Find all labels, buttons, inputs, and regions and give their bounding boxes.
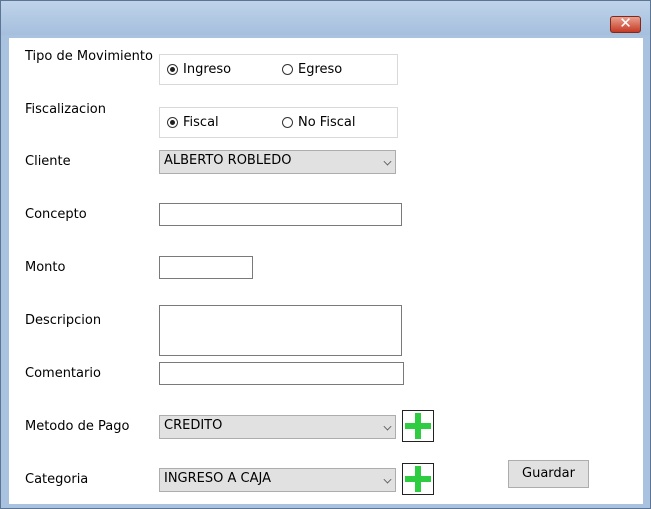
descripcion-textarea[interactable]	[159, 305, 402, 356]
close-icon: ✕	[619, 14, 632, 32]
add-categoria-button[interactable]	[402, 463, 434, 495]
cliente-value: ALBERTO ROBLEDO	[164, 153, 292, 168]
categoria-label: Categoria	[25, 472, 89, 487]
radio-checked-icon	[167, 117, 178, 128]
title-bar: ✕	[1, 1, 650, 35]
categoria-value: INGRESO A CAJA	[164, 471, 271, 486]
comentario-label: Comentario	[25, 366, 101, 381]
concepto-label: Concepto	[25, 207, 87, 222]
monto-label: Monto	[25, 260, 66, 275]
cliente-label: Cliente	[25, 154, 71, 169]
guardar-button[interactable]: Guardar	[508, 460, 589, 488]
cliente-dropdown[interactable]: ALBERTO ROBLEDO	[159, 150, 396, 174]
descripcion-label: Descripcion	[25, 313, 102, 328]
form-area: Tipo de Movimiento Ingreso Egreso Fiscal…	[9, 38, 643, 504]
radio-ingreso[interactable]: Ingreso	[167, 62, 231, 77]
categoria-dropdown[interactable]: INGRESO A CAJA	[159, 468, 396, 492]
tipo-movimiento-group: Ingreso Egreso	[159, 54, 398, 85]
radio-fiscal-label: Fiscal	[183, 115, 219, 130]
metodo-pago-label: Metodo de Pago	[25, 419, 130, 434]
tipo-movimiento-label: Tipo de Movimiento	[25, 49, 153, 64]
metodo-pago-dropdown[interactable]: CREDITO	[159, 415, 396, 439]
fiscalizacion-label: Fiscalizacion	[25, 102, 106, 117]
add-metodo-button[interactable]	[402, 410, 434, 442]
radio-checked-icon	[167, 64, 178, 75]
radio-fiscal[interactable]: Fiscal	[167, 115, 219, 130]
radio-egreso[interactable]: Egreso	[282, 62, 342, 77]
chevron-down-icon	[383, 157, 392, 166]
fiscalizacion-group: Fiscal No Fiscal	[159, 107, 398, 138]
monto-input[interactable]	[159, 256, 253, 279]
radio-no-fiscal[interactable]: No Fiscal	[282, 115, 355, 130]
radio-no-fiscal-label: No Fiscal	[298, 115, 356, 130]
close-button[interactable]: ✕	[610, 14, 641, 33]
metodo-pago-value: CREDITO	[164, 418, 223, 433]
radio-ingreso-label: Ingreso	[183, 62, 232, 77]
radio-unchecked-icon	[282, 64, 293, 75]
concepto-input[interactable]	[159, 203, 402, 226]
radio-egreso-label: Egreso	[298, 62, 343, 77]
window-frame: ✕ Tipo de Movimiento Ingreso Egreso Fisc…	[0, 0, 651, 509]
radio-unchecked-icon	[282, 117, 293, 128]
comentario-input[interactable]	[159, 362, 404, 385]
chevron-down-icon	[383, 475, 392, 484]
chevron-down-icon	[383, 422, 392, 431]
